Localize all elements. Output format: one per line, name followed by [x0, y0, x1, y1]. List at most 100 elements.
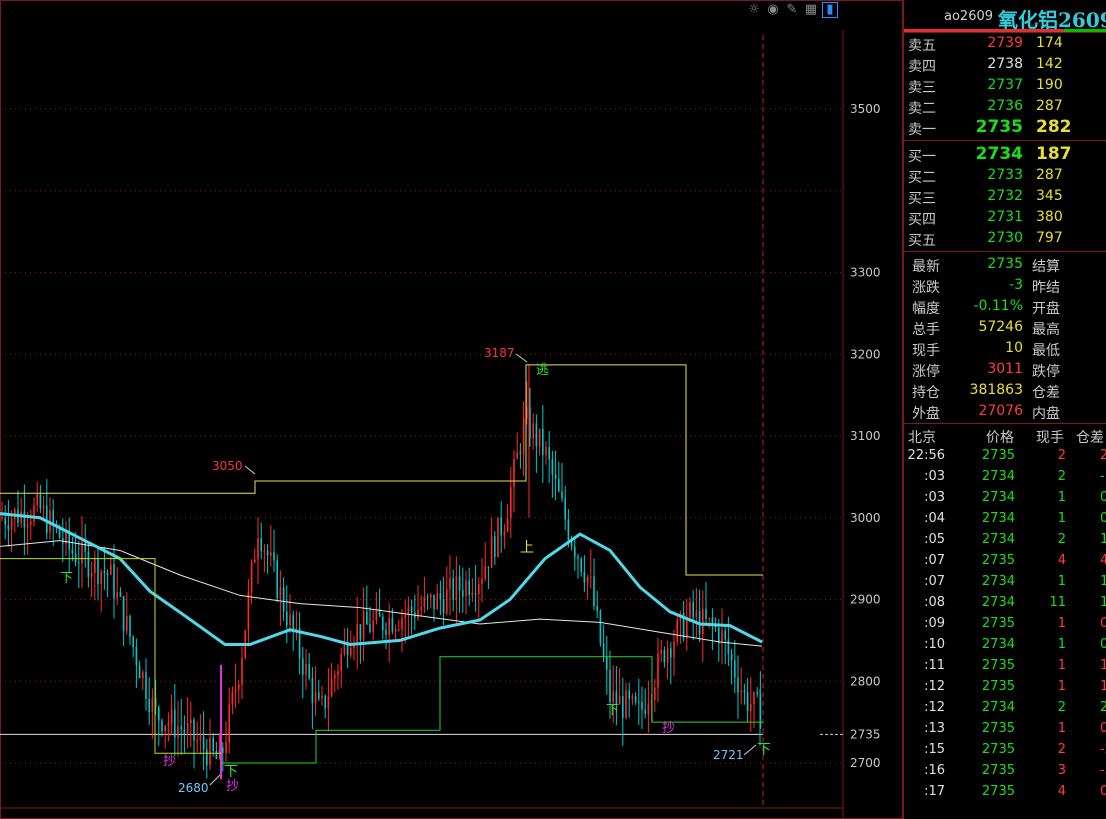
stat-label: 涨停: [912, 364, 940, 380]
tick-row[interactable]: :10 2734 1 0: [904, 635, 1106, 656]
tick-price: 2734: [981, 469, 1015, 484]
candle-body: [516, 452, 518, 459]
candle-body: [225, 742, 227, 753]
candle-body: [625, 690, 627, 718]
tick-row[interactable]: :16 2735 3 -3: [904, 761, 1106, 782]
candle-body: [151, 698, 154, 713]
bids-row[interactable]: 买二 2733 287: [904, 165, 1106, 186]
candle-body: [631, 696, 634, 699]
pen-icon[interactable]: ✎: [784, 2, 800, 18]
tick-time: :15: [924, 742, 945, 757]
candle-body: [686, 617, 688, 639]
candle-body: [689, 602, 691, 618]
price-axis-label: 2800: [850, 674, 881, 688]
tick-row[interactable]: :03 2734 1 0: [904, 488, 1106, 509]
ask-strength-bar: [904, 29, 1064, 32]
tick-diff: 2: [1100, 448, 1106, 463]
tick-row[interactable]: :04 2734 1 0: [904, 509, 1106, 530]
candle-body: [542, 428, 544, 455]
tick-row[interactable]: 22:56 2735 2 2: [904, 446, 1106, 467]
bids-row[interactable]: 买一 2734 187: [904, 144, 1106, 165]
tick-row[interactable]: :03 2734 2 -1: [904, 467, 1106, 488]
tick-row[interactable]: :12 2734 2 2: [904, 698, 1106, 719]
asks-row[interactable]: 卖二 2736 287: [904, 96, 1106, 117]
asks-row[interactable]: 卖一 2735 282: [904, 117, 1106, 138]
tick-hand: 2: [1057, 448, 1066, 463]
tick-diff: 1: [1100, 679, 1106, 694]
tick-diff: 0: [1100, 616, 1106, 631]
candle-body: [174, 709, 176, 738]
candle-body: [618, 696, 621, 705]
tick-row[interactable]: :11 2735 1 1: [904, 656, 1106, 677]
candle-body: [740, 690, 742, 693]
candle-body: [334, 674, 336, 679]
candle-body: [170, 709, 173, 724]
book-level-price: 2731: [987, 209, 1023, 225]
candle-body: [129, 616, 131, 637]
stat-value: 2735: [987, 256, 1023, 272]
grid-icon[interactable]: ▦: [803, 2, 819, 18]
tick-hand: 2: [1057, 532, 1066, 547]
candle-body: [708, 617, 710, 619]
candle-body: [87, 551, 90, 578]
candle-body: [609, 669, 611, 703]
candle-body: [567, 519, 570, 541]
candle-body: [439, 593, 442, 600]
candle-body: [743, 690, 746, 693]
tick-row[interactable]: :12 2735 1 1: [904, 677, 1106, 698]
candle-body: [593, 576, 595, 606]
tick-row[interactable]: :09 2735 1 0: [904, 614, 1106, 635]
candle-body: [385, 629, 387, 635]
candle-body: [737, 677, 739, 693]
bids-row[interactable]: 买三 2732 345: [904, 186, 1106, 207]
candle-body: [366, 611, 368, 625]
signal-chao: 抄: [226, 779, 239, 794]
tick-hand: 1: [1057, 511, 1066, 526]
chart-canvas[interactable]: 3500 3300 3200 3100 3000 2900 2800 2735 2700 3187…: [0, 0, 903, 819]
bids-row[interactable]: 买四 2731 380: [904, 207, 1106, 228]
tick-row[interactable]: :08 2734 11 10: [904, 593, 1106, 614]
tick-time: :04: [924, 511, 945, 526]
tick-row[interactable]: :15 2735 2 -2: [904, 740, 1106, 761]
candle-body: [231, 691, 234, 705]
candle-body: [135, 647, 138, 666]
eye-icon[interactable]: ◉: [765, 2, 781, 18]
candle-body: [442, 599, 445, 614]
candle-body: [362, 611, 365, 640]
candle-body: [478, 583, 480, 594]
tick-hand: 11: [1049, 595, 1066, 610]
stat-value: 27076: [978, 403, 1023, 419]
asks-row[interactable]: 卖三 2737 190: [904, 75, 1106, 96]
tick-row[interactable]: :07 2734 1 1: [904, 572, 1106, 593]
candle-body: [746, 692, 749, 711]
asks-row[interactable]: 卖四 2738 142: [904, 54, 1106, 75]
candle-body: [503, 531, 506, 536]
tick-row[interactable]: :13 2735 1 0: [904, 719, 1106, 740]
bulb-icon[interactable]: ☼: [746, 2, 762, 18]
candle-body: [724, 630, 726, 640]
candle-body: [238, 684, 240, 690]
layout-icon[interactable]: ▮: [822, 2, 838, 18]
candle-body: [161, 720, 163, 732]
tick-price: 2734: [981, 574, 1015, 589]
stat-label: 最新: [912, 259, 940, 275]
asks-row[interactable]: 卖五 2739 174: [904, 33, 1106, 54]
signal-tao: 逃: [536, 363, 549, 378]
tick-row[interactable]: :07 2735 4 4: [904, 551, 1106, 572]
tick-price: 2734: [981, 700, 1015, 715]
kline-chart[interactable]: 3500 3300 3200 3100 3000 2900 2800 2735 2700 3187…: [0, 0, 903, 819]
candle-body: [314, 692, 317, 703]
candle-body: [750, 704, 752, 711]
candle-body: [446, 588, 448, 614]
candle-body: [23, 511, 26, 528]
tick-row[interactable]: :17 2735 4 0: [904, 782, 1106, 803]
candle-body: [654, 687, 656, 700]
ticks-list[interactable]: 22:56273522:0327342-1:03273410:04273410:…: [904, 446, 1106, 803]
tick-time: :03: [924, 469, 945, 484]
candle-body: [417, 609, 419, 618]
tick-diff: 10: [1100, 595, 1106, 610]
candle-body: [359, 624, 362, 640]
bids-row[interactable]: 买五 2730 797: [904, 228, 1106, 249]
tick-row[interactable]: :05 2734 2 1: [904, 530, 1106, 551]
book-level-label: 买二: [908, 170, 936, 186]
